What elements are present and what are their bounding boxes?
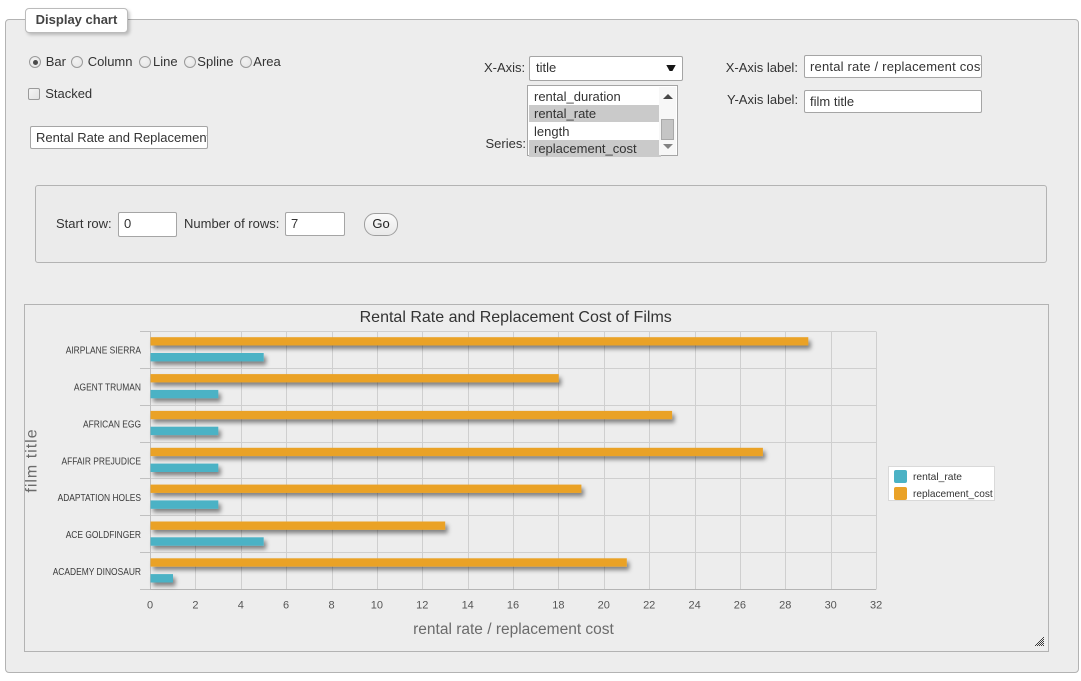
- svg-text:ACE GOLDFINGER: ACE GOLDFINGER: [66, 530, 141, 541]
- svg-text:film title: film title: [24, 428, 41, 492]
- svg-text:8: 8: [328, 600, 334, 612]
- svg-text:10: 10: [371, 600, 383, 612]
- svg-text:20: 20: [598, 600, 610, 612]
- svg-text:6: 6: [283, 600, 289, 612]
- svg-text:Rental Rate and Replacement Co: Rental Rate and Replacement Cost of Film…: [360, 309, 672, 326]
- svg-text:30: 30: [825, 600, 837, 612]
- svg-text:32: 32: [870, 600, 882, 612]
- svg-text:AFRICAN EGG: AFRICAN EGG: [83, 419, 141, 430]
- svg-text:ACADEMY DINOSAUR: ACADEMY DINOSAUR: [53, 567, 141, 578]
- svg-text:26: 26: [734, 600, 746, 612]
- svg-text:rental_rate: rental_rate: [913, 471, 962, 483]
- svg-text:AIRPLANE SIERRA: AIRPLANE SIERRA: [66, 346, 141, 357]
- svg-text:2: 2: [192, 600, 198, 612]
- svg-text:22: 22: [643, 600, 655, 612]
- svg-text:12: 12: [416, 600, 428, 612]
- svg-text:16: 16: [507, 600, 519, 612]
- svg-text:0: 0: [147, 600, 153, 612]
- svg-text:28: 28: [779, 600, 791, 612]
- svg-text:replacement_cost: replacement_cost: [913, 488, 993, 500]
- svg-text:4: 4: [238, 600, 244, 612]
- svg-text:AGENT TRUMAN: AGENT TRUMAN: [74, 383, 141, 394]
- svg-text:ADAPTATION HOLES: ADAPTATION HOLES: [58, 493, 142, 504]
- svg-text:AFFAIR PREJUDICE: AFFAIR PREJUDICE: [62, 456, 142, 467]
- svg-text:rental rate / replacement cost: rental rate / replacement cost: [413, 621, 614, 638]
- svg-text:18: 18: [552, 600, 564, 612]
- svg-text:14: 14: [462, 600, 474, 612]
- svg-text:24: 24: [688, 600, 700, 612]
